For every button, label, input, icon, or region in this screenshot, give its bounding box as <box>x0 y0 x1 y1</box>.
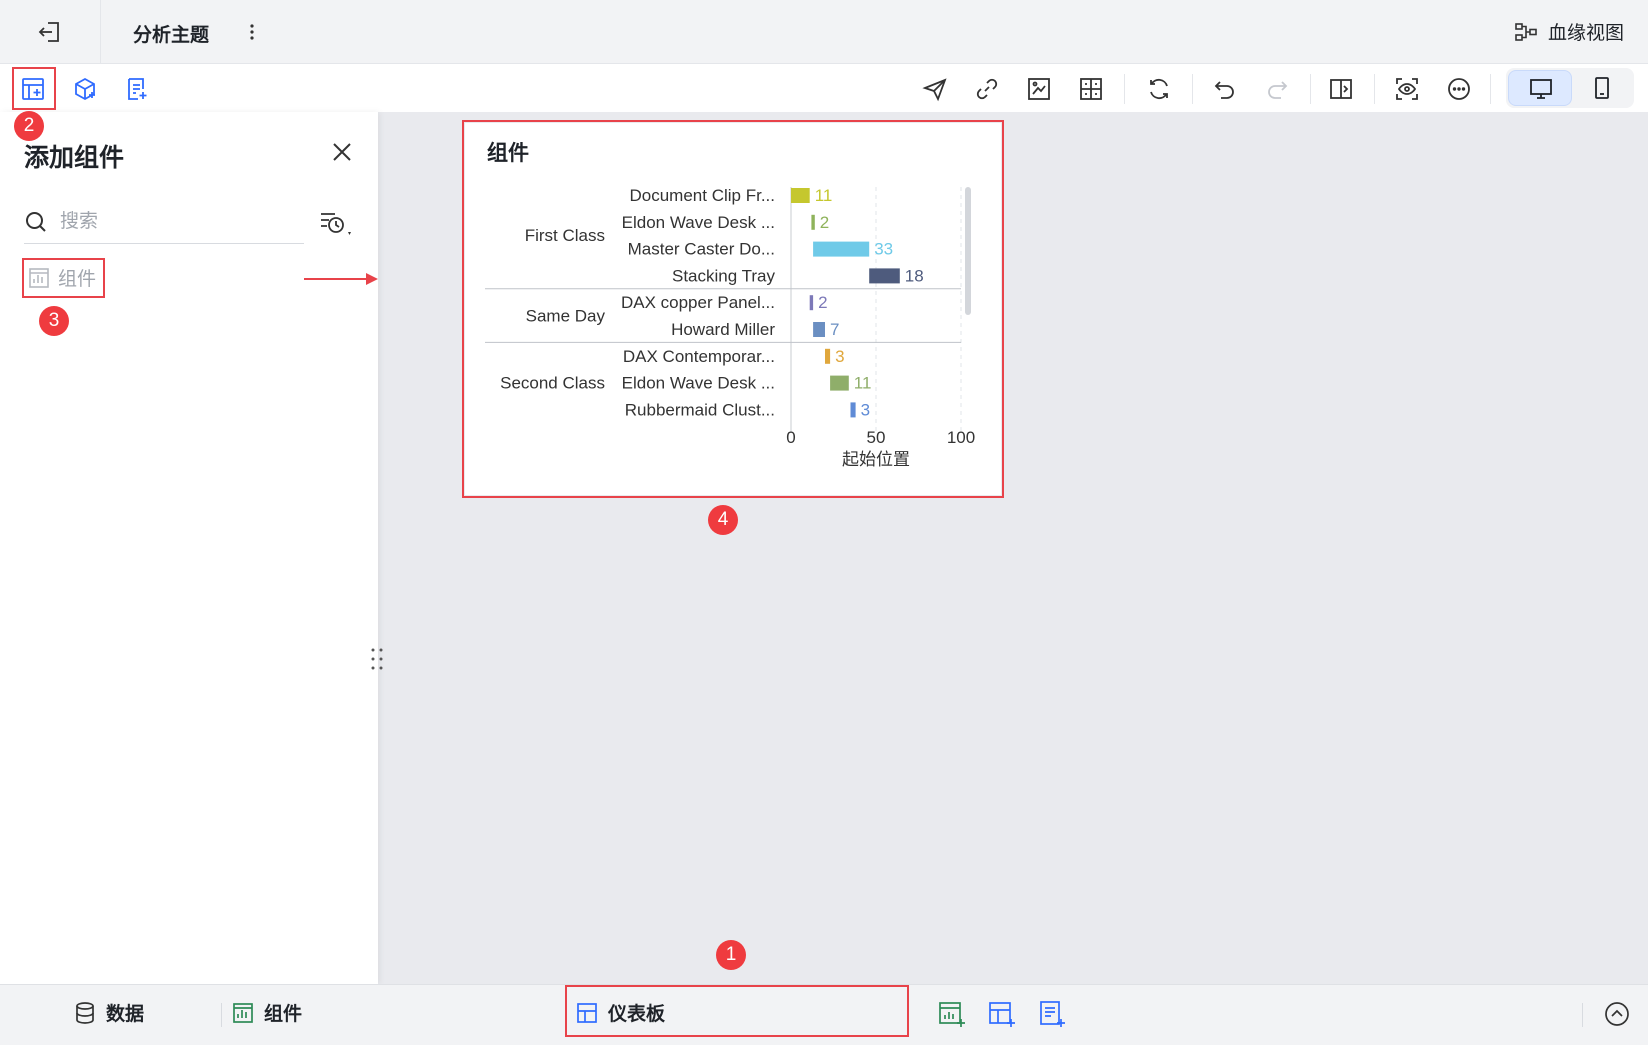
annotation-badge: 1 <box>716 940 746 970</box>
desktop-view-button[interactable] <box>1508 70 1572 106</box>
mobile-view-button[interactable] <box>1590 76 1614 100</box>
undo-icon[interactable] <box>1212 76 1238 102</box>
send-icon[interactable] <box>922 76 948 102</box>
exit-icon[interactable] <box>36 20 64 44</box>
annotation-box <box>22 258 105 298</box>
tab-data-label: 数据 <box>106 1004 145 1025</box>
add-model-icon[interactable] <box>72 76 98 102</box>
preview-icon[interactable] <box>1394 76 1420 102</box>
lineage-icon <box>1514 21 1538 43</box>
divider <box>1582 1003 1583 1027</box>
arrow-right-icon <box>304 272 380 286</box>
annotation-badge: 2 <box>14 111 44 141</box>
search-input[interactable] <box>60 210 280 233</box>
dashboard-icon <box>576 1002 598 1024</box>
toolbar <box>0 64 1648 112</box>
tab-data[interactable]: 数据 <box>74 999 144 1026</box>
close-icon[interactable] <box>330 140 354 164</box>
divider <box>100 0 101 64</box>
divider <box>1192 74 1193 104</box>
page-title: 分析主题 <box>133 25 210 46</box>
bar-chart-icon <box>232 1002 254 1024</box>
link-icon[interactable] <box>974 76 1000 102</box>
lineage-label: 血缘视图 <box>1547 23 1624 44</box>
tab-component[interactable]: 组件 <box>232 999 302 1026</box>
annotation-badge: 4 <box>708 505 738 535</box>
layout-grid-icon[interactable] <box>1078 76 1104 102</box>
annotation-badge: 3 <box>39 306 69 336</box>
redo-icon[interactable] <box>1264 76 1290 102</box>
filter-history-icon[interactable] <box>318 208 354 242</box>
panel-title: 添加组件 <box>24 144 125 172</box>
add-dashboard-icon[interactable] <box>987 999 1017 1029</box>
refresh-icon[interactable] <box>1146 76 1172 102</box>
tab-dashboard-label: 仪表板 <box>608 1004 666 1025</box>
tab-dashboard[interactable]: 仪表板 <box>576 999 665 1026</box>
lineage-view-button[interactable]: 血缘视图 <box>1514 18 1624 45</box>
annotation-box <box>462 120 1004 498</box>
divider <box>1374 74 1375 104</box>
divider <box>1124 74 1125 104</box>
search-box <box>24 200 304 244</box>
divider <box>1490 74 1491 104</box>
add-report-icon[interactable] <box>1037 999 1067 1029</box>
tab-component-label: 组件 <box>264 1004 303 1025</box>
resize-handle[interactable] <box>370 646 384 672</box>
bottom-bar: 数据 组件 仪表板 <box>0 984 1648 1045</box>
search-icon <box>24 210 48 234</box>
panel-toggle-icon[interactable] <box>1328 76 1354 102</box>
more-horizontal-icon[interactable] <box>1446 76 1472 102</box>
image-export-icon[interactable] <box>1026 76 1052 102</box>
divider <box>1310 74 1311 104</box>
device-toggle <box>1506 68 1634 108</box>
add-component-icon[interactable] <box>937 999 967 1029</box>
top-bar: 分析主题 血缘视图 <box>0 0 1648 64</box>
chevron-up-icon[interactable] <box>1602 999 1632 1029</box>
annotation-box <box>12 67 56 110</box>
add-component-panel: 添加组件 组件 <box>0 112 383 984</box>
database-icon <box>74 1001 96 1025</box>
more-vertical-icon[interactable] <box>246 22 258 42</box>
add-report-icon[interactable] <box>124 76 150 102</box>
divider <box>221 1003 222 1027</box>
